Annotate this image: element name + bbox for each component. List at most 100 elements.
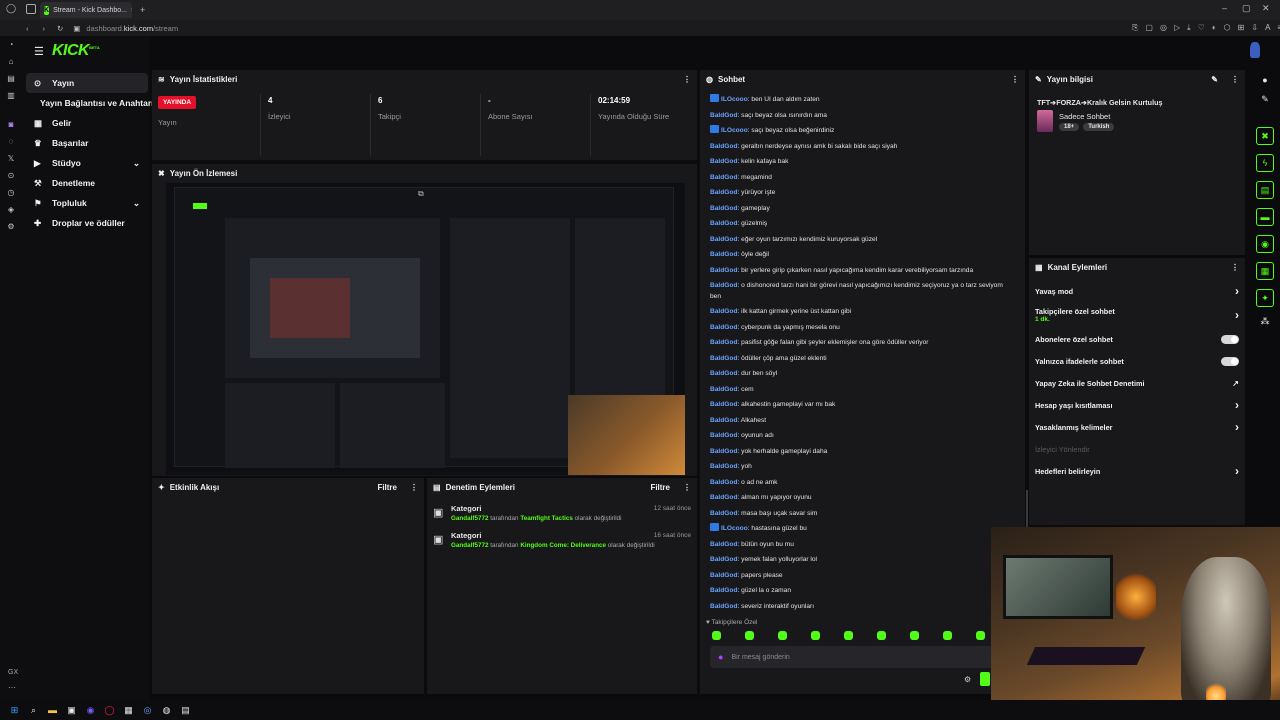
channel-action[interactable]: Abonelere özel sohbet <box>1029 328 1245 350</box>
chat-username[interactable]: BaldGod <box>710 355 737 362</box>
emote-icon[interactable] <box>745 631 754 640</box>
chat-username[interactable]: BaldGod <box>710 308 737 315</box>
steam-icon[interactable]: ◎ <box>141 704 154 717</box>
opera-icon[interactable]: ◯ <box>103 704 116 717</box>
news-icon[interactable]: ▥ <box>7 91 15 100</box>
pencil-icon[interactable]: ✎ <box>1261 94 1269 105</box>
wrench-icon[interactable]: ✦ <box>1256 289 1274 307</box>
settings-icon[interactable]: ⚙ <box>7 222 14 231</box>
channel-action[interactable]: Takipçilere özel sohbet 1 dk. › <box>1029 302 1245 328</box>
kick-logo[interactable]: KICK BETA <box>52 42 100 60</box>
messenger-icon[interactable]: ◐ <box>1212 23 1217 33</box>
chat-username[interactable]: BaldGod <box>710 236 737 243</box>
photos-icon[interactable]: ▣ <box>65 704 78 717</box>
chat-username[interactable]: BaldGod <box>710 386 737 393</box>
toggle-switch[interactable] <box>1221 356 1239 366</box>
external-link-icon[interactable]: ↗ <box>1232 379 1239 388</box>
chevron-right-icon[interactable]: › <box>1235 284 1239 298</box>
chat-username[interactable]: BaldGod <box>710 174 737 181</box>
chat-settings-icon[interactable]: ⚙ <box>964 675 971 684</box>
mod-user[interactable]: Gandalf5772 <box>451 542 488 549</box>
chat-username[interactable]: BaldGod <box>710 463 737 470</box>
emote-icon[interactable] <box>778 631 787 640</box>
channel-action[interactable]: Yapay Zeka ile Sohbet Denetimi ↗ <box>1029 372 1245 394</box>
mod-category[interactable]: Teamfight Tactics <box>520 515 573 522</box>
chat-username[interactable]: BaldGod <box>710 417 737 424</box>
chat-username[interactable]: BaldGod <box>710 370 737 377</box>
chat-username[interactable]: ILOcooo <box>721 96 748 103</box>
player-icon[interactable]: ▷ <box>1174 23 1180 33</box>
channel-action[interactable]: Yalnızca ifadelerle sohbet <box>1029 350 1245 372</box>
url-field[interactable]: dashboard.kick.com/stream <box>86 24 178 33</box>
chat-username[interactable]: BaldGod <box>710 401 737 408</box>
emote-icon[interactable] <box>712 631 721 640</box>
snapshot-icon[interactable]: ▢ <box>1145 23 1153 33</box>
home-icon[interactable]: ⌂ <box>9 57 14 66</box>
emote-icon[interactable] <box>943 631 952 640</box>
emote-icon[interactable] <box>811 631 820 640</box>
more-icon[interactable]: ⋯ <box>8 683 16 692</box>
sidebar-item[interactable]: ⚒ Denetleme <box>26 173 148 193</box>
file-explorer-icon[interactable]: ▬ <box>46 704 59 717</box>
sidebar-item[interactable]: ⊙ Yayın <box>26 73 148 93</box>
messenger-rail-icon[interactable]: ◌ <box>9 137 14 146</box>
emote-icon[interactable] <box>910 631 919 640</box>
back-icon[interactable]: ‹ <box>26 24 29 33</box>
category-name[interactable]: Sadece Sohbet <box>1059 112 1110 121</box>
emote-icon[interactable] <box>976 631 985 640</box>
chat-username[interactable]: BaldGod <box>710 432 737 439</box>
game-icon[interactable]: ▤ <box>7 74 15 83</box>
popout-icon[interactable]: ⧉ <box>418 189 424 199</box>
close-window-icon[interactable]: ✕ <box>1262 3 1270 14</box>
calculator-icon[interactable]: ▤ <box>179 704 192 717</box>
wallet-icon[interactable]: ⊞ <box>1238 23 1245 33</box>
sidebar-item[interactable]: ▦ Gelir <box>26 113 148 133</box>
sidebar-item[interactable]: ⚑ Topluluk ⌄ <box>26 193 148 213</box>
ai-icon[interactable]: A <box>1265 23 1270 33</box>
maximize-icon[interactable]: ▢ <box>1242 3 1251 14</box>
calendar-icon[interactable]: ▦ <box>122 704 135 717</box>
chevron-right-icon[interactable]: › <box>1235 398 1239 412</box>
tag[interactable]: 18+ <box>1059 123 1080 131</box>
mod-category[interactable]: Kingdom Come: Deliverance <box>520 542 606 549</box>
send-button[interactable] <box>980 672 990 686</box>
opera-gx-icon[interactable]: ◯ <box>6 3 16 14</box>
more-options-icon[interactable]: ⋮ <box>1011 75 1019 84</box>
chat-username[interactable]: BaldGod <box>710 541 737 548</box>
new-tab-icon[interactable]: + <box>140 5 145 15</box>
x-icon[interactable]: 𝕏 <box>8 154 14 163</box>
document-icon[interactable]: ▤ <box>1256 181 1274 199</box>
channel-action[interactable]: Yasaklanmış kelimeler › <box>1029 416 1245 438</box>
avatar[interactable] <box>1250 42 1260 58</box>
chat-username[interactable]: BaldGod <box>710 158 737 165</box>
clock-icon[interactable]: ◷ <box>8 188 15 197</box>
chat-username[interactable]: BaldGod <box>710 251 737 258</box>
box-icon[interactable]: ◈ <box>8 205 14 214</box>
more-options-icon[interactable]: ⋮ <box>410 483 418 492</box>
chat-username[interactable]: BaldGod <box>710 572 737 579</box>
chat-username[interactable]: BaldGod <box>710 205 737 212</box>
channel-action[interactable]: Yavaş mod › <box>1029 280 1245 302</box>
chevron-right-icon[interactable]: › <box>1235 308 1239 322</box>
info-circle-icon[interactable]: ● <box>1262 75 1267 85</box>
history-icon[interactable]: ⊙ <box>8 171 15 180</box>
sidebar-item[interactable]: ✚ Droplar ve ödüller <box>26 213 148 233</box>
chrome-icon[interactable]: ◍ <box>160 704 173 717</box>
more-options-icon[interactable]: ⋮ <box>683 75 691 84</box>
emote-icon[interactable] <box>844 631 853 640</box>
chat-username[interactable]: BaldGod <box>710 267 737 274</box>
browser-tab[interactable]: K Stream - Kick Dashbo... × <box>40 2 132 18</box>
close-icon[interactable]: × <box>131 7 132 14</box>
download-icon[interactable]: ⇩ <box>1251 23 1258 33</box>
chat-bubble-icon[interactable]: ▬ <box>1256 208 1274 226</box>
chat-scrollbar[interactable] <box>1026 490 1028 530</box>
more-options-icon[interactable]: ⋮ <box>1231 263 1239 272</box>
channel-action[interactable]: Hesap yaşı kısıtlaması › <box>1029 394 1245 416</box>
emote-icon[interactable] <box>877 631 886 640</box>
sidebar-toggle-icon[interactable] <box>26 4 36 14</box>
gx-control-icon[interactable]: ◔ <box>9 40 14 49</box>
chat-username[interactable]: BaldGod <box>710 479 737 486</box>
chat-username[interactable]: BaldGod <box>710 510 737 517</box>
moderation-filter-button[interactable]: Filtre <box>650 483 670 492</box>
windows-start-icon[interactable]: ⊞ <box>8 704 21 717</box>
